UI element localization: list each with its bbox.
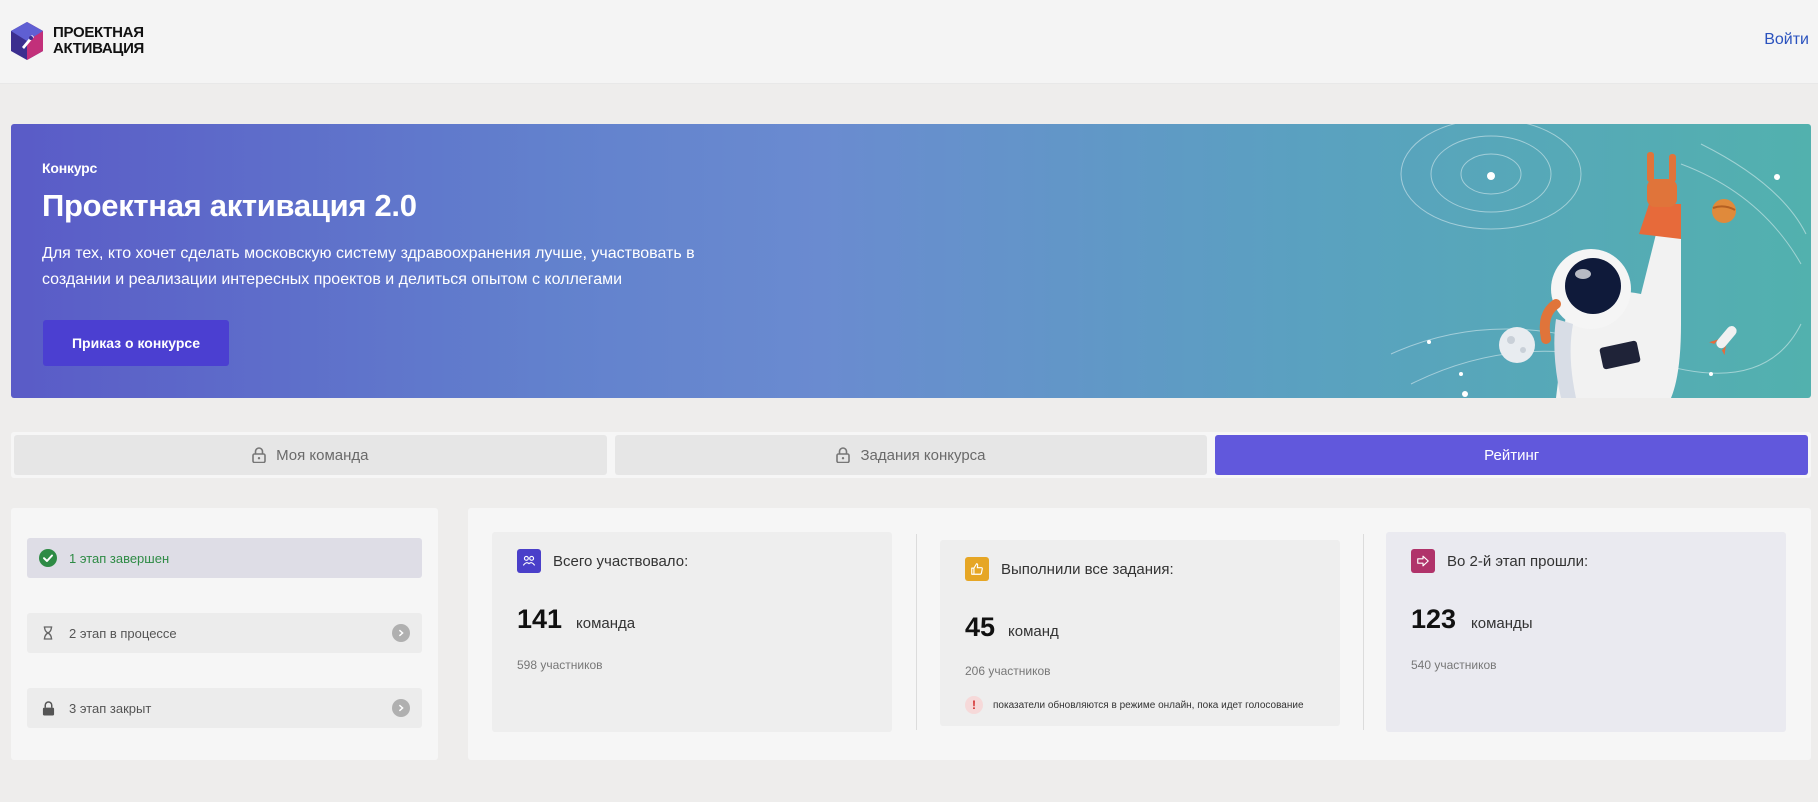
stat-card-total: Всего участвовало: 141 команда 598 участ… bbox=[492, 532, 892, 732]
stat-card-stage2: Во 2-й этап прошли: 123 команды 540 учас… bbox=[1386, 532, 1786, 732]
hero-banner: Конкурс Проектная активация 2.0 Для тех,… bbox=[11, 124, 1811, 398]
stage-3-label: 3 этап закрыт bbox=[69, 700, 152, 716]
hero-kicker: Конкурс bbox=[42, 160, 98, 176]
stat-stage2-unit: команды bbox=[1471, 615, 1533, 632]
stat-stage2-sub: 540 участников bbox=[1411, 658, 1497, 672]
logo[interactable]: ПРОЕКТНАЯ АКТИВАЦИЯ bbox=[9, 21, 144, 61]
stat-completed-sub: 206 участников bbox=[965, 664, 1051, 678]
stat-card-completed: Выполнили все задания: 45 команд 206 уча… bbox=[940, 540, 1340, 726]
stage-1-item[interactable]: 1 этап завершен bbox=[27, 538, 422, 578]
stats-panel: Всего участвовало: 141 команда 598 участ… bbox=[468, 508, 1811, 760]
lock-icon bbox=[39, 699, 57, 717]
stat-total-sub: 598 участников bbox=[517, 658, 603, 672]
thumbs-up-icon bbox=[965, 557, 989, 581]
stat-completed-title: Выполнили все задания: bbox=[1001, 560, 1174, 578]
stages-panel: 1 этап завершен 2 этап в процессе 3 этап… bbox=[11, 508, 438, 760]
stat-total-number: 141 bbox=[517, 604, 563, 634]
header: ПРОЕКТНАЯ АКТИВАЦИЯ Войти bbox=[0, 0, 1818, 84]
hero-description: Для тех, кто хочет сделать московскую си… bbox=[42, 245, 695, 288]
stat-total-unit: команда bbox=[576, 615, 636, 632]
hourglass-icon bbox=[39, 624, 57, 642]
tab-rating-label: Рейтинг bbox=[1484, 446, 1540, 464]
tab-contest-tasks-label: Задания конкурса bbox=[860, 446, 986, 464]
stats-divider bbox=[916, 534, 917, 730]
stat-stage2-title: Во 2-й этап прошли: bbox=[1447, 552, 1589, 570]
section-tabs: Моя команда Задания конкурса Рейтинг bbox=[11, 432, 1811, 478]
stats-divider bbox=[1363, 534, 1364, 730]
hero-title: Проектная активация 2.0 bbox=[42, 188, 417, 223]
rocket-logo-icon bbox=[11, 22, 43, 60]
stage-2-label: 2 этап в процессе bbox=[69, 625, 177, 641]
stat-total-title: Всего участвовало: bbox=[553, 552, 689, 570]
astronaut-illustration bbox=[1390, 124, 1807, 398]
chevron-right-icon[interactable] bbox=[392, 624, 410, 642]
check-circle-icon bbox=[39, 549, 57, 567]
logo-line1: ПРОЕКТНАЯ bbox=[53, 24, 144, 41]
login-link[interactable]: Войти bbox=[1764, 31, 1809, 49]
alert-icon: ! bbox=[965, 696, 983, 714]
live-update-note: ! показатели обновляются в режиме онлайн… bbox=[965, 696, 1304, 714]
tab-contest-tasks[interactable]: Задания конкурса bbox=[614, 435, 1208, 475]
arrow-right-icon bbox=[1411, 549, 1435, 573]
lock-icon bbox=[836, 447, 851, 463]
stat-completed-number: 45 bbox=[965, 612, 996, 642]
stat-stage2-number: 123 bbox=[1411, 604, 1457, 634]
logo-line2: АКТИВАЦИЯ bbox=[53, 40, 145, 57]
team-icon bbox=[517, 549, 541, 573]
chevron-right-icon[interactable] bbox=[392, 699, 410, 717]
live-update-note-text: показатели обновляются в режиме онлайн, … bbox=[993, 699, 1304, 711]
tab-rating[interactable]: Рейтинг bbox=[1215, 435, 1809, 475]
stage-2-item[interactable]: 2 этап в процессе bbox=[27, 613, 422, 653]
tab-my-team-label: Моя команда bbox=[276, 446, 369, 464]
contest-order-button[interactable]: Приказ о конкурсе bbox=[43, 320, 229, 366]
stage-3-item[interactable]: 3 этап закрыт bbox=[27, 688, 422, 728]
stat-completed-unit: команд bbox=[1008, 623, 1059, 640]
tab-my-team[interactable]: Моя команда bbox=[14, 435, 607, 475]
lock-icon bbox=[252, 447, 266, 463]
stage-1-label: 1 этап завершен bbox=[69, 550, 170, 566]
